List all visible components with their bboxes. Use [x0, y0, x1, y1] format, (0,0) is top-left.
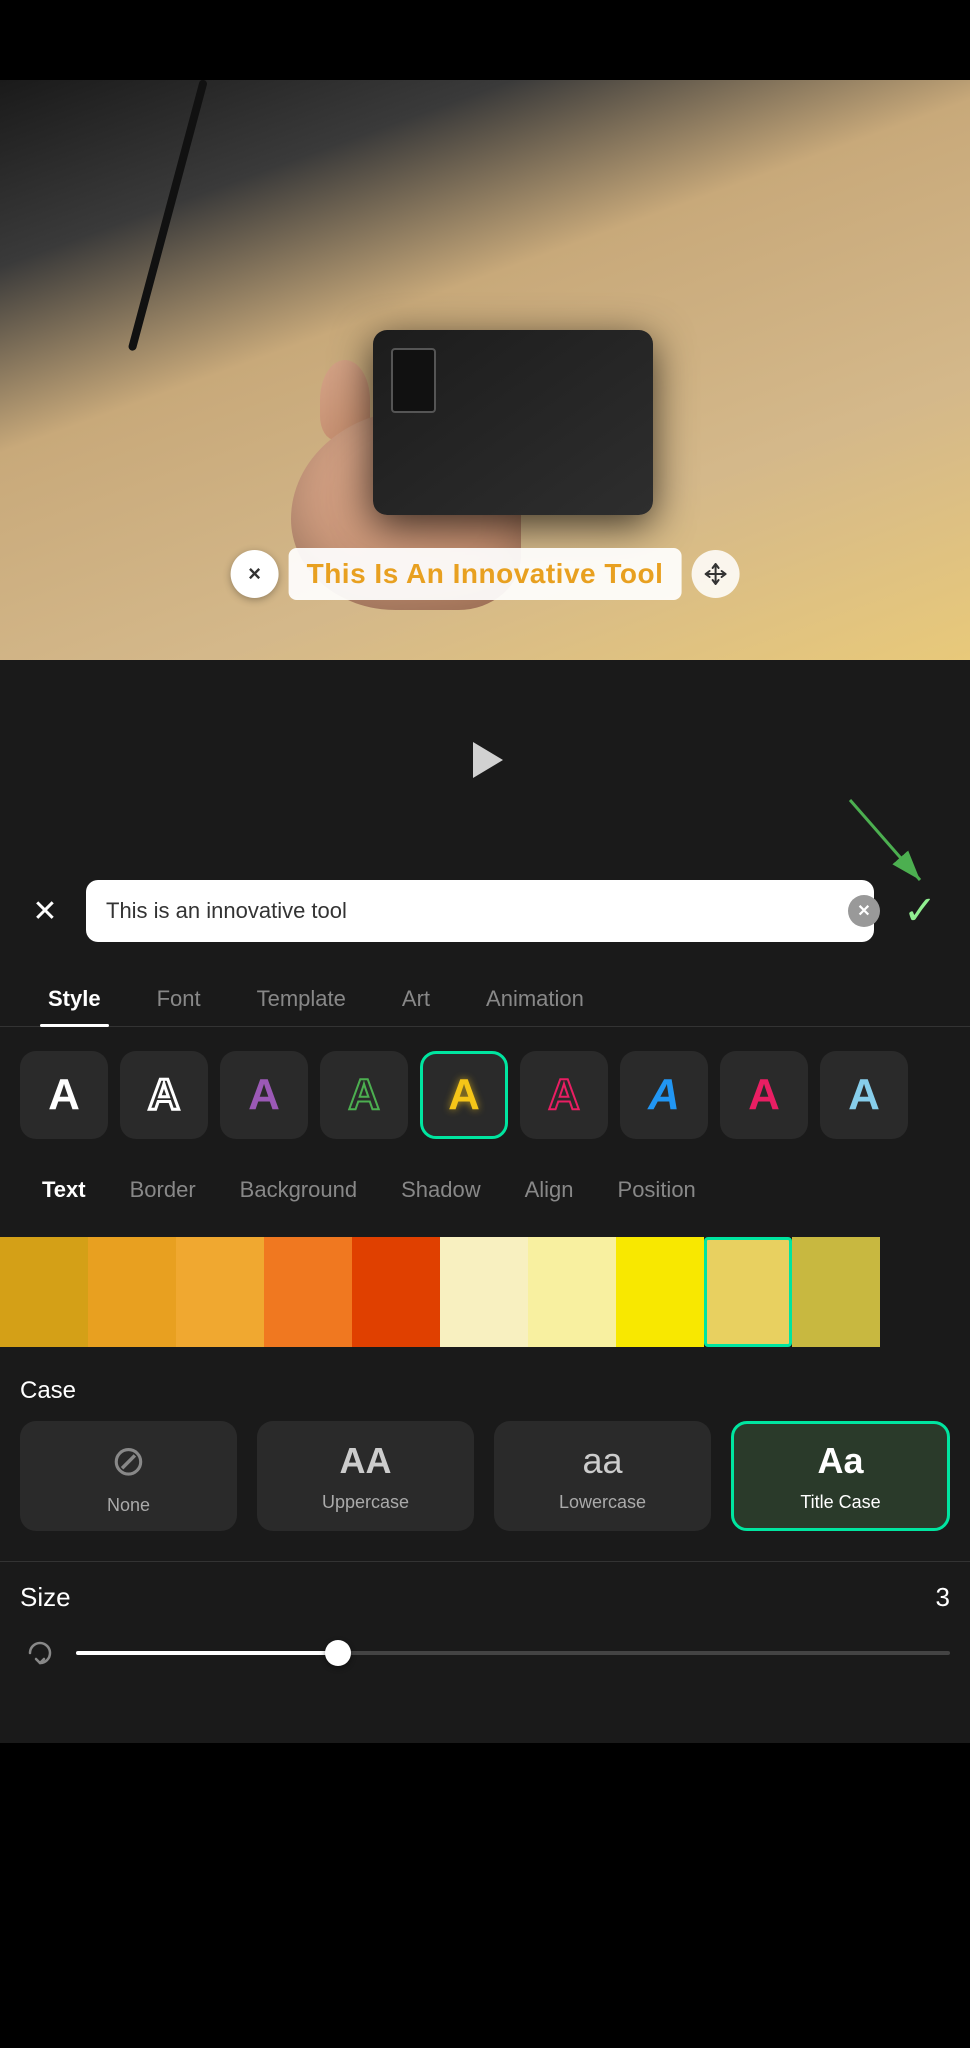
bottom-panel: ✕ ✕ ✓ Style Font Template Art Animation … [0, 860, 970, 1743]
style-item-purple[interactable]: A [220, 1051, 308, 1139]
size-label: Size [20, 1582, 71, 1613]
case-uppercase[interactable]: AA Uppercase [257, 1421, 474, 1531]
clear-icon: ✕ [857, 901, 870, 921]
color-swatch-6[interactable] [440, 1237, 528, 1347]
style-letter-purple: A [248, 1070, 280, 1120]
style-letter-outline: A [148, 1070, 180, 1120]
text-input[interactable] [86, 880, 874, 942]
case-titlecase-label: Title Case [800, 1492, 880, 1513]
style-letter-normal: A [48, 1070, 80, 1120]
device-screen [391, 348, 436, 413]
style-item-outline[interactable]: A [120, 1051, 208, 1139]
style-item-yellow[interactable]: A [420, 1051, 508, 1139]
move-icon [701, 560, 729, 588]
color-swatch-10[interactable] [792, 1237, 880, 1347]
delete-icon: × [248, 561, 261, 587]
case-section-label: Case [0, 1367, 970, 1421]
color-swatch-8[interactable] [616, 1237, 704, 1347]
input-row: ✕ ✕ ✓ [0, 860, 970, 962]
sub-tabs: Text Border Background Shadow Align Posi… [0, 1163, 970, 1217]
color-swatch-1[interactable] [0, 1237, 88, 1347]
case-options: ⊘ None AA Uppercase aa Lowercase Aa Titl… [0, 1421, 970, 1561]
check-icon: ✓ [903, 888, 937, 934]
style-item-normal[interactable]: A [20, 1051, 108, 1139]
close-icon: ✕ [32, 894, 57, 929]
text-move-button[interactable] [691, 550, 739, 598]
top-bar [0, 0, 970, 80]
color-swatch-4[interactable] [264, 1237, 352, 1347]
video-preview: × This Is An Innovative Tool [0, 80, 970, 660]
tab-font[interactable]: Font [129, 972, 229, 1026]
style-item-sky[interactable]: A [820, 1051, 908, 1139]
device-decoration [373, 330, 653, 515]
tab-art[interactable]: Art [374, 972, 458, 1026]
color-swatch-9[interactable] [704, 1237, 792, 1347]
sub-tab-position[interactable]: Position [596, 1163, 718, 1217]
case-none-icon: ⊘ [111, 1436, 146, 1485]
cancel-button[interactable]: ✕ [20, 886, 70, 936]
style-item-pink[interactable]: A [720, 1051, 808, 1139]
case-none-label: None [107, 1495, 150, 1516]
main-tabs: Style Font Template Art Animation [0, 962, 970, 1027]
color-swatch-2[interactable] [88, 1237, 176, 1347]
slider-fill [76, 1651, 338, 1655]
size-value: 3 [936, 1582, 950, 1613]
style-letter-blue: A [648, 1070, 680, 1120]
size-row: Size 3 [0, 1561, 970, 1623]
text-overlay: × This Is An Innovative Tool [231, 548, 740, 600]
slider-row [0, 1623, 970, 1683]
case-lowercase-label: Lowercase [559, 1492, 646, 1513]
sub-tab-shadow[interactable]: Shadow [379, 1163, 503, 1217]
case-lowercase[interactable]: aa Lowercase [494, 1421, 711, 1531]
tab-animation[interactable]: Animation [458, 972, 612, 1026]
slider-icon [20, 1633, 60, 1673]
style-letter-green: A [348, 1070, 380, 1120]
caption-text[interactable]: This Is An Innovative Tool [289, 548, 682, 600]
case-lowercase-icon: aa [582, 1440, 622, 1482]
sub-tab-border[interactable]: Border [108, 1163, 218, 1217]
style-letter-yellow: A [448, 1070, 480, 1120]
color-palette [0, 1217, 970, 1367]
confirm-button[interactable]: ✓ [890, 881, 950, 941]
color-swatch-7[interactable] [528, 1237, 616, 1347]
playback-area [0, 660, 970, 860]
color-swatch-3[interactable] [176, 1237, 264, 1347]
sub-tab-align[interactable]: Align [503, 1163, 596, 1217]
case-uppercase-label: Uppercase [322, 1492, 409, 1513]
style-letter-pink-outline: A [548, 1070, 580, 1120]
play-icon [473, 742, 503, 778]
sub-tab-text[interactable]: Text [20, 1163, 108, 1217]
rotate-icon [22, 1635, 58, 1671]
case-none[interactable]: ⊘ None [20, 1421, 237, 1531]
style-item-green[interactable]: A [320, 1051, 408, 1139]
style-grid: A A A A A A A A A [0, 1027, 970, 1163]
tab-template[interactable]: Template [229, 972, 374, 1026]
case-titlecase[interactable]: Aa Title Case [731, 1421, 950, 1531]
text-delete-button[interactable]: × [231, 550, 279, 598]
case-uppercase-icon: AA [340, 1440, 392, 1482]
color-swatch-5[interactable] [352, 1237, 440, 1347]
tab-style[interactable]: Style [20, 972, 129, 1026]
style-letter-sky: A [848, 1070, 880, 1120]
slider-thumb[interactable] [325, 1640, 351, 1666]
case-titlecase-icon: Aa [817, 1440, 863, 1482]
sub-tab-background[interactable]: Background [218, 1163, 379, 1217]
style-item-pink-outline[interactable]: A [520, 1051, 608, 1139]
style-letter-pink: A [748, 1070, 780, 1120]
play-button[interactable] [455, 730, 515, 790]
style-item-blue[interactable]: A [620, 1051, 708, 1139]
size-slider[interactable] [76, 1651, 950, 1655]
input-clear-button[interactable]: ✕ [848, 895, 880, 927]
